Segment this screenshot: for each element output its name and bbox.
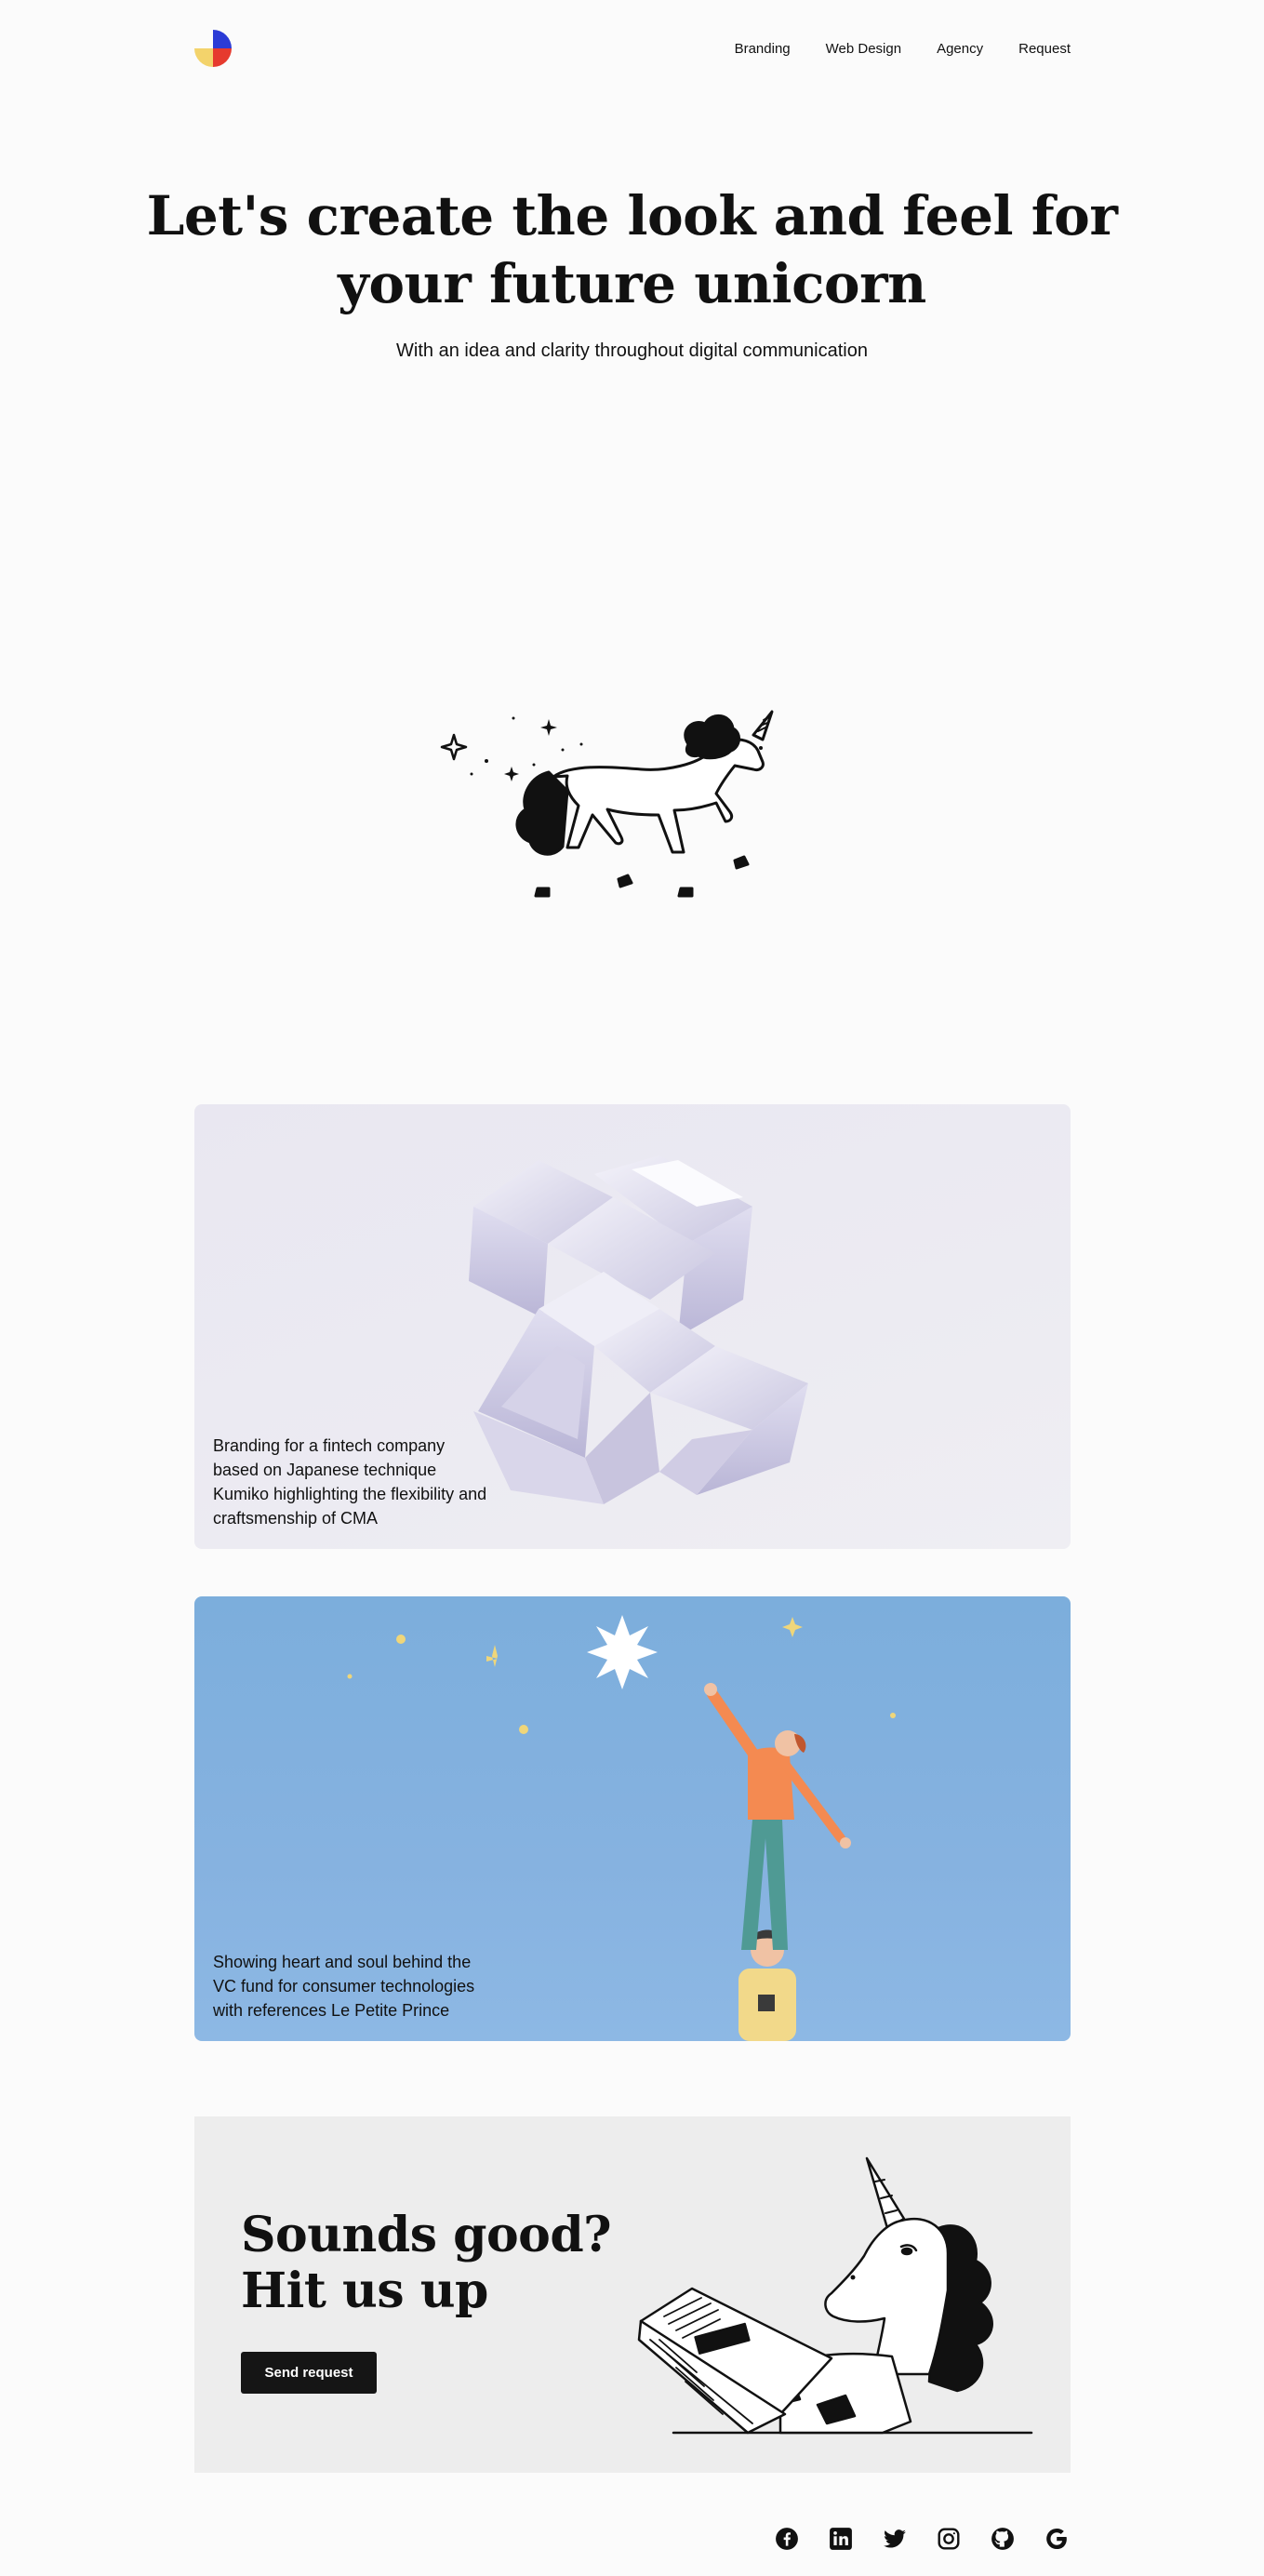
main-nav: Branding Web Design Agency Request — [735, 41, 1071, 57]
nav-request[interactable]: Request — [1018, 41, 1071, 57]
send-request-button[interactable]: Send request — [241, 2352, 377, 2394]
case-card-fintech[interactable]: Branding for a fintech company based on … — [194, 1104, 1071, 1549]
google-icon[interactable] — [1043, 2525, 1071, 2553]
cta-title: Sounds good? Hit us up — [241, 2207, 612, 2319]
card-caption: Branding for a fintech company based on … — [213, 1436, 487, 1528]
contact-cta: Sounds good? Hit us up Send request — [194, 2116, 1071, 2473]
header: Branding Web Design Agency Request — [194, 28, 1071, 73]
reading-unicorn-illustration — [632, 2154, 1041, 2451]
facebook-icon[interactable] — [773, 2525, 801, 2553]
unicorn-illustration — [437, 707, 828, 912]
instagram-icon[interactable] — [935, 2525, 963, 2553]
nav-agency[interactable]: Agency — [937, 41, 983, 57]
hero-title: Let's create the look and feel for your … — [146, 184, 1118, 315]
nav-branding[interactable]: Branding — [735, 41, 791, 57]
github-icon[interactable] — [989, 2525, 1017, 2553]
logo[interactable] — [194, 30, 232, 67]
case-card-vc-fund[interactable]: Showing heart and soul behind the VC fun… — [194, 1596, 1071, 2041]
linkedin-icon[interactable] — [827, 2525, 855, 2553]
cta-title-line2: Hit us up — [241, 2262, 488, 2319]
twitter-icon[interactable] — [881, 2525, 909, 2553]
card-caption: Showing heart and soul behind the VC fun… — [213, 1953, 475, 2020]
hero-subtitle: With an idea and clarity throughout digi… — [396, 340, 868, 361]
nav-web-design[interactable]: Web Design — [826, 41, 901, 57]
cta-title-line1: Sounds good? — [241, 2207, 612, 2263]
social-links — [773, 2525, 1071, 2553]
